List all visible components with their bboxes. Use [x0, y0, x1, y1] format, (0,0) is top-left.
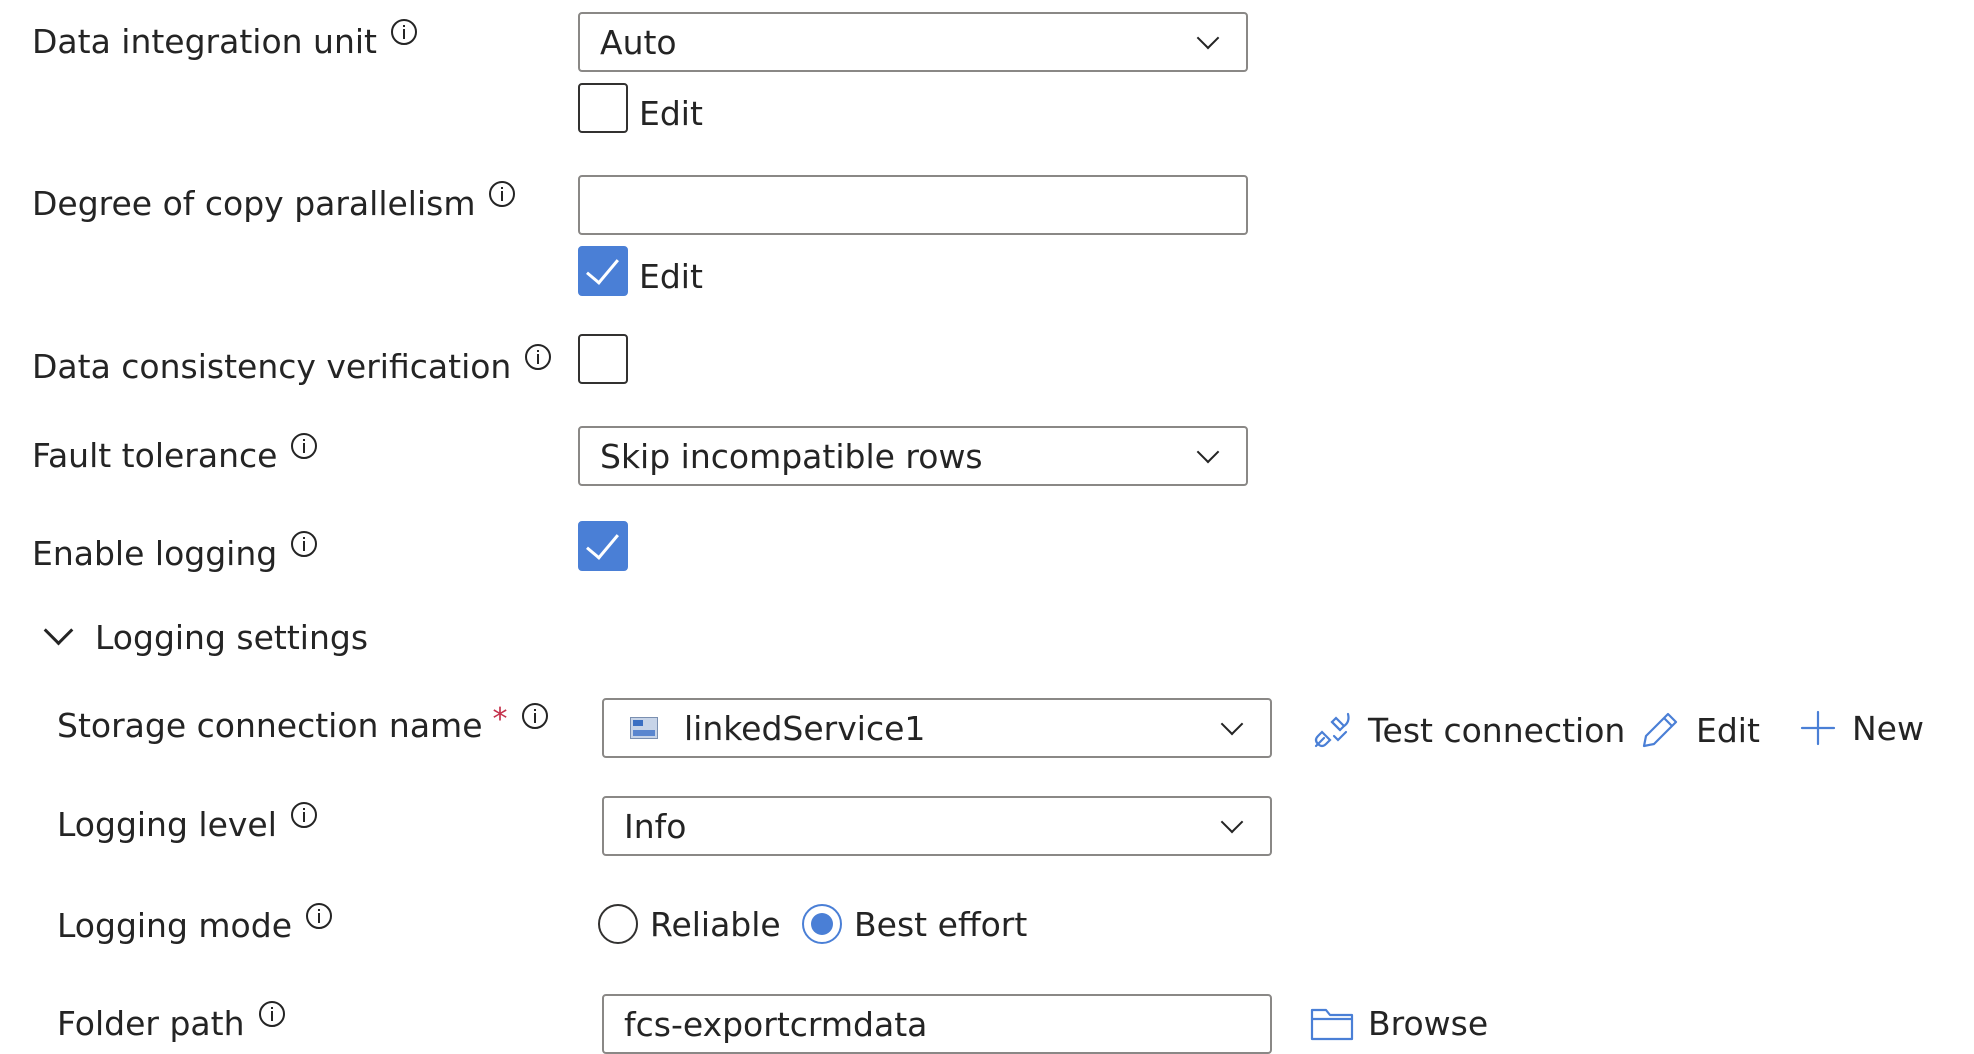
test-connection-button[interactable]: Test connection [1310, 708, 1625, 752]
info-icon[interactable] [489, 181, 516, 207]
enable-logging-label: Enable logging [32, 531, 318, 574]
diu-label-text: Data integration unit [32, 22, 377, 61]
storage-label: Storage connection name * [57, 702, 548, 746]
logging-level-dropdown[interactable]: Info [602, 796, 1272, 856]
logging-mode-reliable-radio[interactable]: Reliable [598, 904, 781, 944]
linked-service-icon [630, 717, 658, 739]
chevron-down-icon [43, 615, 74, 646]
info-icon[interactable] [291, 531, 318, 557]
plug-icon [1314, 712, 1350, 748]
fault-tolerance-value: Skip incompatible rows [600, 436, 983, 476]
chevron-down-icon [1196, 26, 1220, 50]
fault-tolerance-dropdown[interactable]: Skip incompatible rows [578, 426, 1248, 486]
plus-icon [1800, 710, 1836, 746]
chevron-down-icon [1196, 440, 1220, 464]
diu-edit-checkbox[interactable] [578, 83, 628, 133]
chevron-down-icon [1220, 712, 1244, 736]
info-icon[interactable] [391, 19, 417, 45]
fault-tolerance-label: Fault tolerance [32, 433, 318, 476]
radio-circle [598, 904, 638, 944]
storage-new-label: New [1852, 708, 1924, 748]
storage-edit-label: Edit [1696, 710, 1760, 750]
radio-circle-selected [802, 904, 842, 944]
consistency-label-text: Data consistency verification [32, 347, 512, 386]
parallelism-edit-label: Edit [639, 257, 703, 296]
test-connection-label: Test connection [1368, 710, 1626, 750]
logging-mode-label-text: Logging mode [57, 906, 292, 945]
fault-tolerance-label-text: Fault tolerance [32, 436, 278, 475]
info-icon[interactable] [525, 344, 552, 370]
diu-dropdown-value: Auto [600, 22, 677, 62]
enable-logging-label-text: Enable logging [32, 534, 278, 573]
folder-path-input[interactable] [602, 994, 1272, 1054]
logging-mode-label: Logging mode [57, 903, 332, 946]
browse-label: Browse [1368, 1004, 1489, 1043]
logging-mode-best-effort-label: Best effort [854, 904, 1028, 944]
consistency-checkbox[interactable] [578, 334, 628, 384]
storage-edit-button[interactable]: Edit [1638, 708, 1760, 752]
parallelism-text-input[interactable] [600, 185, 1246, 225]
parallelism-label: Degree of copy parallelism [32, 181, 516, 224]
logging-mode-best-effort-radio[interactable]: Best effort [802, 904, 1027, 944]
logging-level-value: Info [624, 806, 687, 846]
chevron-down-icon [1220, 810, 1244, 834]
parallelism-input[interactable] [578, 175, 1248, 235]
consistency-label: Data consistency verification [32, 344, 552, 387]
folder-path-text-input[interactable] [624, 1004, 1270, 1044]
parallelism-label-text: Degree of copy parallelism [32, 184, 476, 223]
diu-dropdown[interactable]: Auto [578, 12, 1248, 72]
logging-mode-reliable-label: Reliable [650, 904, 781, 944]
folder-path-label-text: Folder path [57, 1004, 245, 1043]
info-icon[interactable] [290, 802, 317, 828]
required-mark: * [492, 702, 508, 737]
folder-path-label: Folder path [57, 1001, 285, 1044]
diu-label: Data integration unit [32, 19, 417, 62]
browse-button[interactable]: Browse [1310, 1004, 1488, 1043]
logging-settings-toggle[interactable]: Logging settings [38, 615, 369, 657]
diu-edit-label: Edit [639, 94, 703, 133]
logging-level-label-text: Logging level [57, 805, 277, 844]
logging-level-label: Logging level [57, 802, 317, 845]
storage-dropdown-value: linkedService1 [684, 708, 926, 748]
info-icon[interactable] [291, 433, 318, 459]
pencil-icon [1642, 712, 1678, 748]
info-icon[interactable] [306, 903, 332, 929]
folder-icon [1310, 1008, 1354, 1040]
info-icon[interactable] [258, 1001, 285, 1027]
storage-label-text: Storage connection name [57, 706, 483, 745]
parallelism-edit-checkbox[interactable] [578, 246, 628, 296]
logging-settings-title: Logging settings [95, 618, 369, 657]
enable-logging-checkbox[interactable] [578, 521, 628, 571]
info-icon[interactable] [521, 703, 548, 729]
storage-dropdown[interactable]: linkedService1 [602, 698, 1272, 758]
storage-new-button[interactable]: New [1798, 708, 1924, 748]
